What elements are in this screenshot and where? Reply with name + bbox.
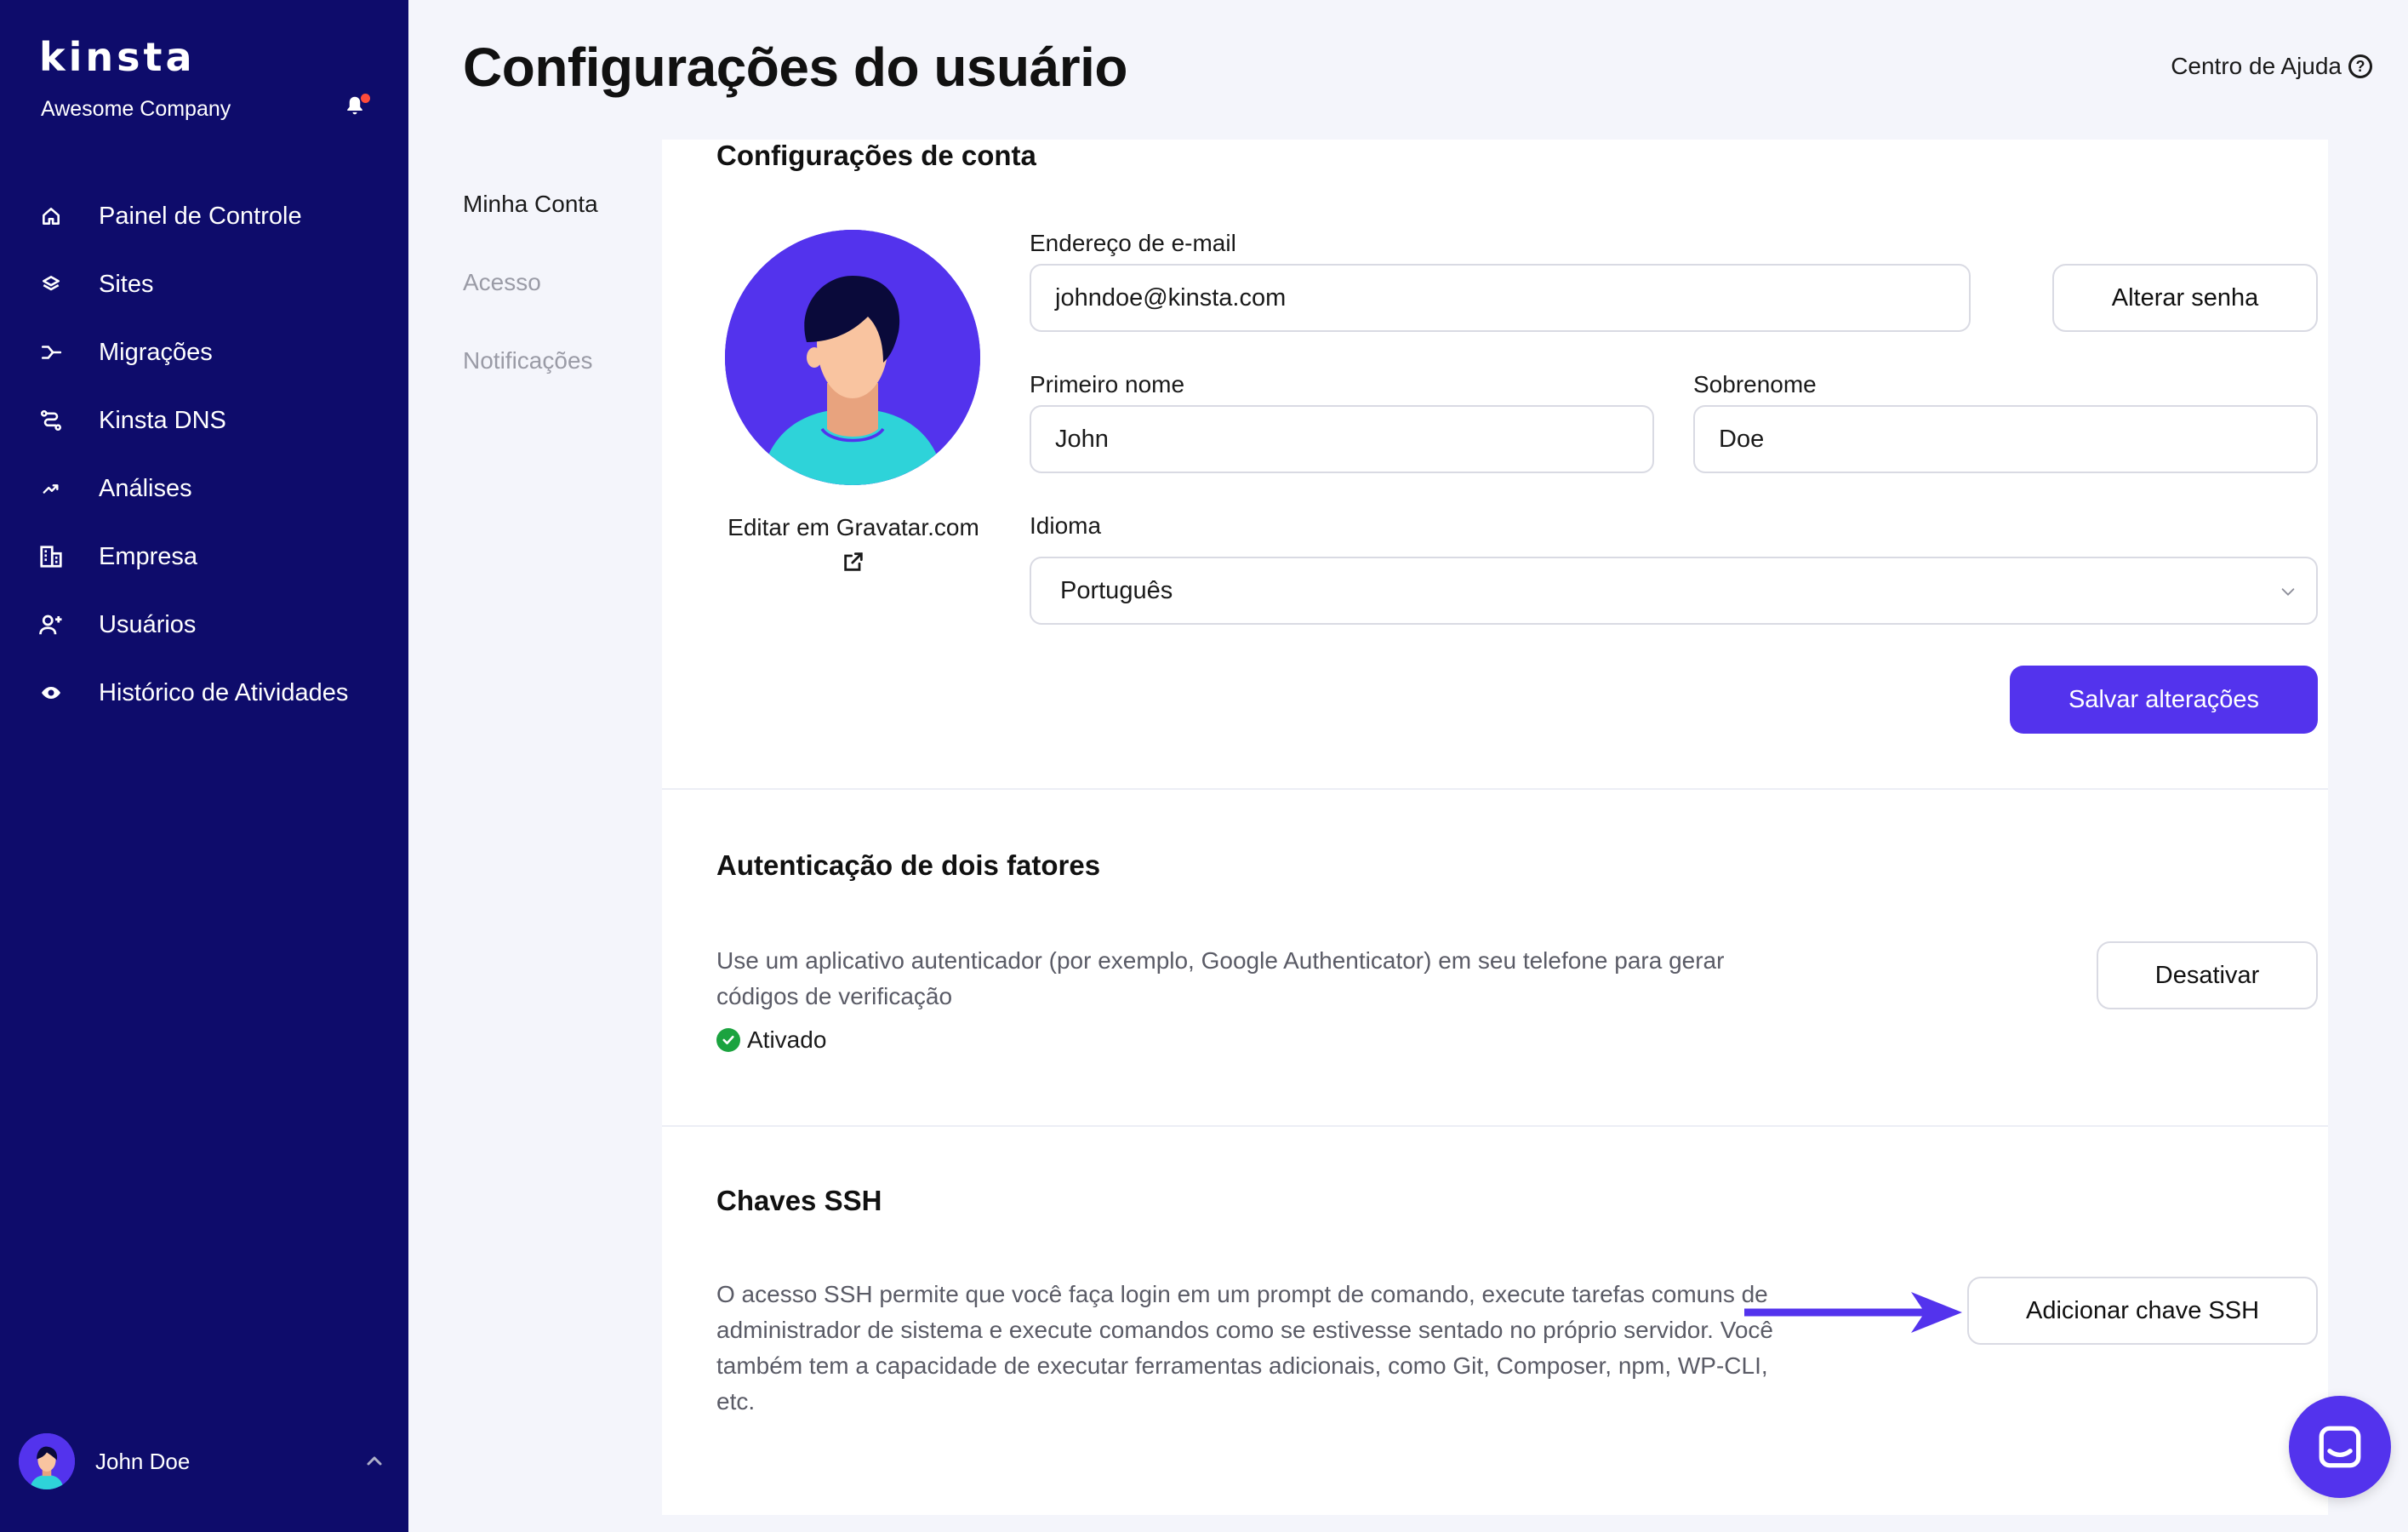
sidebar-item-activity-log[interactable]: Histórico de Atividades: [0, 659, 408, 727]
analytics-icon: [37, 475, 65, 502]
chevron-down-icon: [2281, 588, 2295, 596]
layers-icon: [37, 271, 65, 298]
add-user-icon: [37, 611, 65, 638]
kinsta-logo[interactable]: kinsta: [39, 34, 196, 80]
tab-notifications[interactable]: Notificações: [463, 347, 598, 426]
eye-icon: [37, 679, 65, 706]
first-name-label: Primeiro nome: [1030, 371, 1185, 397]
sidebar-item-label: Painel de Controle: [99, 202, 302, 230]
language-select[interactable]: Português: [1030, 557, 2318, 625]
disable-2fa-button[interactable]: Desativar: [2097, 941, 2318, 1009]
help-center-label: Centro de Ajuda: [2171, 53, 2342, 79]
language-value: Português: [1060, 576, 1173, 604]
change-password-button[interactable]: Alterar senha: [2052, 264, 2318, 332]
page-title: Configurações do usuário: [463, 37, 1127, 98]
save-changes-button[interactable]: Salvar alterações: [2010, 666, 2318, 734]
sidebar-item-label: Histórico de Atividades: [99, 678, 349, 706]
building-icon: [37, 543, 65, 570]
ssh-description: O acesso SSH permite que você faça login…: [716, 1281, 1773, 1415]
arrow-right-icon: [1744, 1292, 1962, 1333]
account-settings-section: Configurações de conta Editar em Gravata…: [662, 140, 2328, 786]
home-icon: [37, 203, 65, 230]
divider: [662, 1125, 2328, 1127]
migration-icon: [37, 339, 65, 366]
chevron-up-icon[interactable]: [364, 1451, 385, 1472]
dns-icon: [37, 407, 65, 434]
company-name[interactable]: Awesome Company: [41, 97, 231, 122]
notification-dot: [361, 94, 370, 103]
sidebar-item-users[interactable]: Usuários: [0, 591, 408, 659]
section-title: Configurações de conta: [716, 140, 1036, 171]
profile-avatar: [725, 230, 980, 485]
tab-access[interactable]: Acesso: [463, 269, 598, 347]
tab-my-account[interactable]: Minha Conta: [463, 191, 598, 269]
ssh-title: Chaves SSH: [716, 1185, 882, 1216]
two-factor-description: Use um aplicativo autenticador (por exem…: [716, 947, 1725, 1009]
sidebar-item-company[interactable]: Empresa: [0, 523, 408, 591]
user-menu[interactable]: John Doe: [19, 1433, 385, 1489]
two-factor-title: Autenticação de dois fatores: [716, 849, 1101, 881]
external-link-icon: [844, 552, 863, 571]
sidebar-item-label: Análises: [99, 474, 192, 502]
sidebar-item-dns[interactable]: Kinsta DNS: [0, 386, 408, 454]
first-name-field[interactable]: John: [1030, 405, 1654, 473]
gravatar-label: Editar em Gravatar.com: [728, 514, 979, 540]
sidebar-item-label: Migrações: [99, 338, 213, 366]
status-text: Ativado: [747, 1026, 827, 1053]
sidebar-item-label: Usuários: [99, 610, 197, 638]
sidebar-item-label: Kinsta DNS: [99, 406, 226, 434]
language-label: Idioma: [1030, 512, 1102, 539]
sidebar-item-dashboard[interactable]: Painel de Controle: [0, 182, 408, 250]
last-name-label: Sobrenome: [1693, 371, 1817, 397]
user-name: John Doe: [95, 1448, 191, 1474]
gravatar-link[interactable]: Editar em Gravatar.com: [696, 514, 1011, 574]
add-ssh-key-button[interactable]: Adicionar chave SSH: [1967, 1277, 2318, 1345]
settings-card: Configurações de conta Editar em Gravata…: [662, 140, 2328, 1515]
sidebar: kinsta Awesome Company Painel de Control…: [0, 0, 408, 1532]
chat-icon: [2319, 1426, 2361, 1468]
sidebar-item-label: Empresa: [99, 542, 198, 570]
settings-subnav: Minha Conta Acesso Notificações: [463, 191, 598, 426]
check-circle-icon: [716, 1028, 740, 1052]
email-field[interactable]: johndoe@kinsta.com: [1030, 264, 1971, 332]
status-badge: Ativado: [716, 1026, 826, 1054]
help-icon: ?: [2348, 54, 2372, 78]
chat-button[interactable]: [2289, 1396, 2391, 1498]
last-name-field[interactable]: Doe: [1693, 405, 2318, 473]
help-center-link[interactable]: Centro de Ajuda ?: [2171, 53, 2372, 80]
avatar: [19, 1433, 75, 1489]
sidebar-item-analytics[interactable]: Análises: [0, 454, 408, 523]
sidebar-item-migrations[interactable]: Migrações: [0, 318, 408, 386]
sidebar-item-label: Sites: [99, 270, 154, 298]
sidebar-item-sites[interactable]: Sites: [0, 250, 408, 318]
main-nav: Painel de Controle Sites Migrações Kinst…: [0, 182, 408, 727]
email-label: Endereço de e-mail: [1030, 230, 1236, 256]
